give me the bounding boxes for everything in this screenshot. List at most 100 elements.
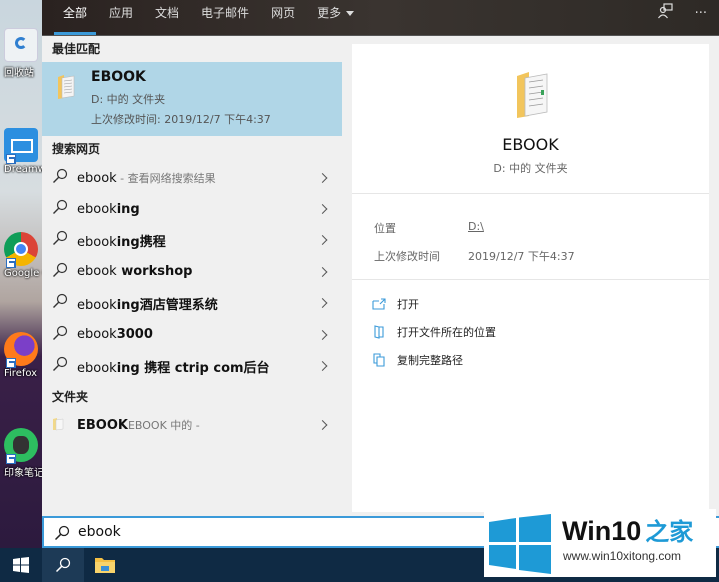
- best-match-title: EBOOK: [91, 69, 146, 85]
- more-options-button[interactable]: ···: [695, 6, 707, 21]
- top-actions: ···: [657, 0, 707, 26]
- web-suggestion-item[interactable]: ebooking酒店管理系统: [42, 288, 342, 319]
- desktop-icon-label: Google Chrome: [4, 268, 42, 279]
- suggestion-query: ebook: [77, 360, 117, 376]
- chevron-right-icon[interactable]: [317, 235, 328, 246]
- web-suggestion-text: ebooking 携程 ctrip com后台: [77, 357, 270, 376]
- shortcut-arrow-icon: [6, 454, 16, 464]
- web-suggestion-item[interactable]: ebooking 携程 ctrip com后台: [42, 350, 342, 381]
- search-icon: [54, 525, 70, 541]
- chevron-right-icon[interactable]: [317, 266, 328, 277]
- desktop-icon-chrome[interactable]: Google Chrome: [4, 232, 42, 279]
- desktop-icon-recycle-bin[interactable]: 回收站: [4, 28, 42, 79]
- start-button[interactable]: [0, 548, 42, 582]
- tab-all[interactable]: 全部: [52, 0, 98, 36]
- tab-more[interactable]: 更多: [306, 0, 365, 36]
- search-icon: [52, 262, 68, 282]
- desktop-icon-dreamweaver[interactable]: Dreamweaver: [4, 128, 42, 175]
- action-label: 打开文件所在的位置: [397, 326, 496, 339]
- copy-path-icon: [373, 353, 385, 367]
- scope-tabs: 全部 应用 文档 电子邮件 网页 更多: [52, 0, 365, 36]
- location-link[interactable]: D:\: [468, 220, 484, 233]
- search-topbar: 全部 应用 文档 电子邮件 网页 更多 ···: [42, 0, 719, 36]
- tab-label: 应用: [109, 6, 134, 20]
- suggestion-completion: ing: [116, 201, 140, 217]
- chevron-right-icon[interactable]: [317, 298, 328, 309]
- web-suggestion-item[interactable]: ebooking: [42, 193, 342, 224]
- desktop-icon-firefox[interactable]: Firefox: [4, 332, 42, 379]
- suggestion-completion: ing酒店管理系统: [116, 297, 218, 313]
- folder-result-item[interactable]: EBOOKEBOOK 中的 -: [42, 410, 342, 441]
- search-icon: [52, 325, 68, 345]
- shortcut-arrow-icon: [6, 358, 16, 368]
- results-list: 最佳匹配 EBOOK D: 中的 文件夹 上次修改时间: 2019/12/7 下…: [42, 36, 342, 516]
- property-modified: 上次修改时间 2019/12/7 下午4:37: [374, 248, 575, 264]
- suggestion-query: ebook: [77, 297, 117, 313]
- folder-location-icon: [374, 325, 384, 339]
- suggestion-query: ebook: [77, 234, 117, 250]
- search-icon: [52, 168, 68, 188]
- web-suggestion-item[interactable]: ebooking携程: [42, 225, 342, 256]
- caret-down-icon: [346, 11, 355, 16]
- web-suggestion-item[interactable]: ebook - 查看网络搜索结果: [42, 162, 342, 193]
- watermark-url: www.win10xitong.com: [563, 549, 682, 563]
- suggestion-query: ebook: [77, 170, 117, 186]
- chevron-right-icon[interactable]: [317, 329, 328, 340]
- property-label: 上次修改时间: [374, 250, 440, 263]
- search-icon: [52, 230, 68, 250]
- tab-label: 全部: [63, 6, 88, 20]
- web-suggestion-item[interactable]: ebook3000: [42, 319, 342, 350]
- tab-web[interactable]: 网页: [260, 0, 306, 36]
- web-suggestion-text: ebook - 查看网络搜索结果: [77, 170, 216, 186]
- web-suggestion-text: ebooking酒店管理系统: [77, 294, 218, 313]
- best-match-modified: 上次修改时间: 2019/12/7 下午4:37: [91, 113, 271, 126]
- desktop-icon-label: 印象笔记: [4, 468, 42, 479]
- chevron-right-icon[interactable]: [317, 204, 328, 215]
- open-icon: [372, 298, 386, 310]
- web-suggestion-text: ebook workshop: [77, 264, 192, 279]
- tab-email[interactable]: 电子邮件: [190, 0, 260, 36]
- chrome-icon: [4, 232, 38, 268]
- desktop-icon-evernote[interactable]: 印象笔记: [4, 428, 42, 479]
- recycle-bin-icon: [4, 28, 38, 62]
- action-open-file-location[interactable]: 打开文件所在的位置: [352, 318, 709, 346]
- folder-result-location: EBOOK 中的 -: [127, 419, 200, 433]
- web-suggestion-item[interactable]: ebook workshop: [42, 256, 342, 287]
- search-input[interactable]: [78, 521, 478, 543]
- chevron-right-icon[interactable]: [317, 361, 328, 371]
- file-explorer-button[interactable]: [84, 548, 126, 582]
- firefox-icon: [4, 332, 38, 368]
- best-match-item[interactable]: EBOOK D: 中的 文件夹 上次修改时间: 2019/12/7 下午4:37: [42, 62, 342, 136]
- action-label: 复制完整路径: [397, 354, 463, 367]
- search-icon: [55, 557, 71, 573]
- desktop-icon-label: 回收站: [4, 68, 34, 79]
- watermark-title-cn: 之家: [645, 519, 694, 546]
- evernote-icon: [4, 428, 38, 464]
- web-suggestion-text: ebooking携程: [77, 231, 166, 250]
- suggestion-query: ebook: [77, 264, 117, 280]
- chevron-right-icon[interactable]: [317, 172, 328, 183]
- folder-result-name: EBOOK: [77, 418, 128, 434]
- suggestion-completion: ing携程: [116, 234, 166, 250]
- feedback-button[interactable]: [657, 3, 673, 23]
- search-icon: [52, 199, 68, 219]
- web-suggestion-text: ebooking: [77, 202, 140, 217]
- action-open[interactable]: 打开: [352, 290, 709, 318]
- tab-documents[interactable]: 文档: [144, 0, 190, 36]
- property-value: 2019/12/7 下午4:37: [468, 250, 575, 263]
- section-web-search: 搜索网页: [52, 142, 101, 156]
- best-match-subtitle: D: 中的 文件夹: [91, 93, 166, 106]
- taskbar-search-button[interactable]: [42, 548, 84, 582]
- shortcut-arrow-icon: [6, 258, 16, 268]
- tab-apps[interactable]: 应用: [98, 0, 144, 36]
- property-label: 位置: [374, 222, 396, 235]
- suggestion-query: ebook: [77, 201, 117, 217]
- desktop-icon-label: Dreamweaver: [4, 164, 42, 175]
- watermark-title-en: Win10: [562, 516, 642, 546]
- suggestion-completion: ing 携程 ctrip com后台: [116, 360, 270, 376]
- search-panel: 全部 应用 文档 电子邮件 网页 更多 ··· 最佳匹配 EBOOK D: 中的…: [42, 0, 719, 548]
- preview-subtitle: D: 中的 文件夹: [493, 162, 568, 175]
- action-copy-full-path[interactable]: 复制完整路径: [352, 346, 709, 374]
- preview-header: EBOOK D: 中的 文件夹: [352, 44, 709, 194]
- chevron-right-icon[interactable]: [317, 420, 328, 431]
